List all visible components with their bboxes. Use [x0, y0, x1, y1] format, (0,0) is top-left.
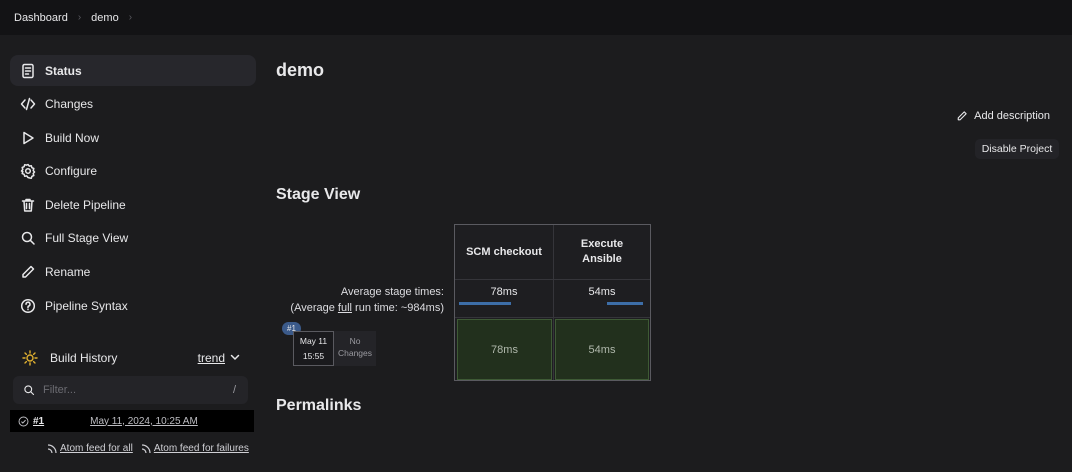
breadcrumb-dashboard[interactable]: Dashboard — [14, 12, 68, 24]
build-history-header: Build History trend — [10, 344, 256, 372]
rss-icon — [141, 443, 151, 453]
sidebar-item-label: Status — [45, 63, 82, 78]
chevron-right-icon: › — [77, 12, 82, 23]
avg-stage-times-label: Average stage times: — [340, 286, 444, 298]
search-icon — [24, 385, 35, 396]
stage-result-scm-checkout[interactable]: 78ms — [457, 319, 552, 380]
sidebar-item-full-stage-view[interactable]: Full Stage View — [10, 223, 256, 254]
gear-icon — [20, 164, 36, 180]
code-icon — [20, 97, 36, 111]
trash-icon — [21, 198, 35, 212]
build-changes: No Changes — [334, 331, 376, 366]
sidebar-item-rename[interactable]: Rename — [10, 257, 256, 288]
build-date-link[interactable]: May 11, 2024, 10:25 AM — [90, 416, 198, 427]
sidebar-item-label: Delete Pipeline — [45, 197, 126, 212]
sidebar-item-status[interactable]: Status — [10, 55, 256, 86]
avg-run-suffix: run time: ~984ms) — [351, 302, 444, 314]
pencil-icon — [957, 111, 967, 121]
sidebar-item-build-now[interactable]: Build Now — [10, 122, 256, 153]
stage-avg-value: 78ms — [490, 286, 518, 298]
build-history-title: Build History — [50, 351, 118, 365]
build-filter: / — [13, 376, 248, 404]
add-description-label: Add description — [974, 110, 1050, 122]
pencil-icon — [22, 265, 35, 278]
avg-run-prefix: (Average — [290, 302, 338, 314]
stage-header-execute-ansible: Execute Ansible — [580, 238, 624, 265]
help-icon — [20, 298, 36, 313]
stage-avg-value: 54ms — [588, 286, 616, 298]
permalinks-title: Permalinks — [276, 397, 362, 414]
disable-project-button[interactable]: Disable Project — [975, 139, 1059, 159]
full-run-link[interactable]: full — [338, 302, 352, 314]
stage-view-title: Stage View — [276, 186, 361, 203]
build-time: 15:55 — [302, 351, 325, 361]
sun-icon — [22, 350, 38, 366]
stage-result-execute-ansible[interactable]: 54ms — [555, 319, 649, 380]
play-icon — [23, 131, 34, 144]
chevron-right-icon[interactable]: › — [129, 12, 132, 23]
avg-run-time-label: (Average full run time: ~984ms) — [290, 302, 444, 314]
atom-feed-all-link[interactable]: Atom feed for all — [60, 443, 133, 454]
atom-feed-failures-link[interactable]: Atom feed for failures — [154, 443, 249, 454]
sidebar-item-label: Rename — [45, 265, 91, 280]
page-title: demo — [276, 60, 325, 80]
sidebar-item-label: Build Now — [45, 130, 100, 145]
stage-avg-bar-scm-checkout — [459, 302, 511, 305]
build-history-row[interactable]: #1 May 11, 2024, 10:25 AM — [10, 410, 254, 432]
stage-avg-scm-checkout: 78ms — [455, 280, 553, 317]
sidebar-item-label: Pipeline Syntax — [45, 298, 128, 313]
build-number-link[interactable]: #1 — [33, 416, 44, 427]
search-icon — [21, 232, 35, 246]
status-icon — [22, 63, 34, 78]
sidebar-item-label: Configure — [45, 164, 98, 179]
stage-header-scm-checkout: SCM checkout — [466, 245, 542, 258]
sidebar-item-changes[interactable]: Changes — [10, 89, 256, 120]
breadcrumb-demo[interactable]: demo — [91, 12, 119, 24]
sidebar-item-configure[interactable]: Configure — [10, 156, 256, 187]
chevron-down-icon[interactable] — [230, 352, 240, 362]
breadcrumb-bar: Dashboard › demo › — [0, 0, 1072, 35]
add-description-button[interactable]: Add description — [956, 110, 1050, 122]
filter-shortcut: / — [232, 384, 236, 396]
atom-feeds: Atom feed for all Atom feed for failures — [47, 443, 249, 454]
stage-avg-bar-execute-ansible — [607, 302, 643, 305]
build-date-box[interactable]: May 11 15:55 — [293, 331, 334, 366]
stage-avg-execute-ansible: 54ms — [554, 280, 650, 317]
sidebar-item-pipeline-syntax[interactable]: Pipeline Syntax — [10, 290, 256, 321]
trend-link[interactable]: trend — [198, 351, 225, 365]
sidebar-item-delete-pipeline[interactable]: Delete Pipeline — [10, 189, 256, 220]
stage-view-table: SCM checkout Execute Ansible 78ms 54ms 7… — [454, 224, 651, 381]
sidebar-item-label: Full Stage View — [45, 231, 129, 246]
sidebar-item-label: Changes — [45, 97, 94, 112]
rss-icon — [47, 443, 57, 453]
filter-input[interactable] — [43, 384, 213, 396]
build-date: May 11 — [299, 336, 328, 346]
check-circle-icon — [18, 416, 29, 426]
row-divider — [455, 317, 650, 318]
sidebar: Status Changes Build Now Configure Delet… — [10, 55, 256, 324]
